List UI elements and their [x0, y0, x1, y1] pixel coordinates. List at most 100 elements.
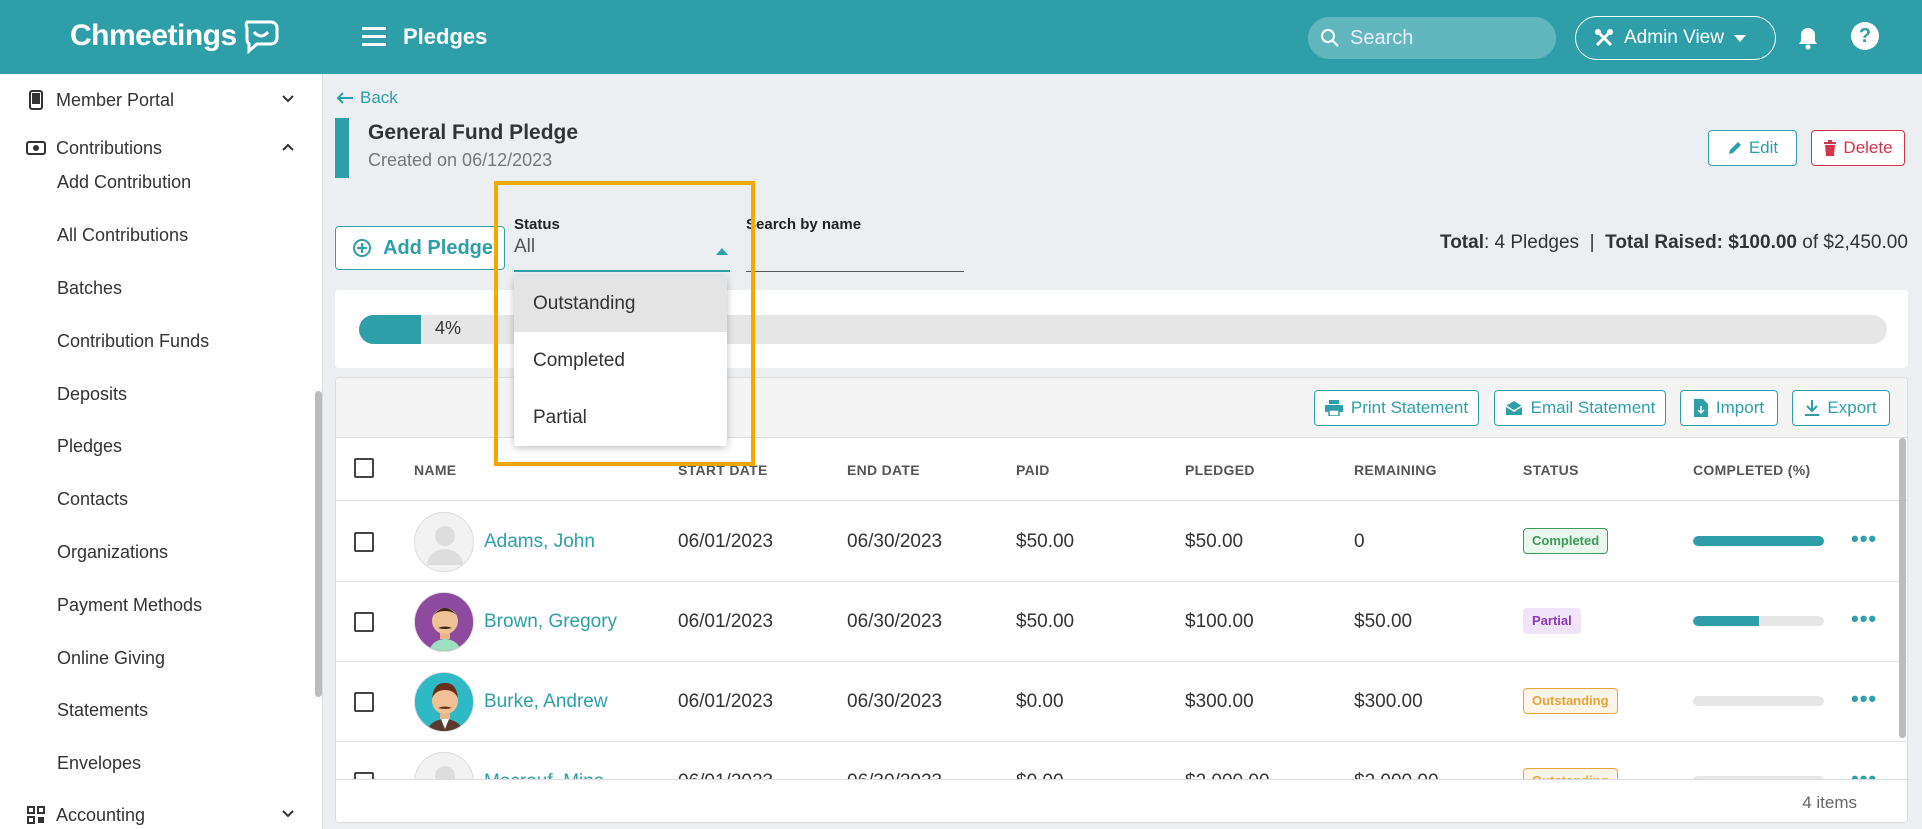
table-row[interactable]: Adams, John 06/01/2023 06/30/2023 $50.00…: [336, 502, 1907, 582]
paid-cell: $50.00: [1016, 531, 1075, 552]
column-header-remaining[interactable]: REMAINING: [1354, 462, 1437, 478]
row-checkbox[interactable]: [354, 532, 374, 552]
sidebar-item-pledges[interactable]: Pledges: [57, 436, 122, 457]
member-name-link[interactable]: Adams, John: [484, 531, 595, 553]
sidebar-item-member-portal[interactable]: Member Portal: [26, 85, 296, 115]
sidebar-item-payment-methods[interactable]: Payment Methods: [57, 595, 202, 616]
table-footer: 4 items: [336, 779, 1907, 822]
more-options-icon[interactable]: •••: [1851, 526, 1877, 552]
edit-button[interactable]: Edit: [1708, 130, 1797, 166]
sidebar-item-contacts[interactable]: Contacts: [57, 489, 128, 510]
chevron-down-icon: [282, 810, 294, 818]
status-option-outstanding[interactable]: Outstanding: [514, 276, 727, 332]
status-filter-value: All: [514, 236, 536, 257]
status-option-partial[interactable]: Partial: [514, 390, 727, 446]
select-all-checkbox[interactable]: [354, 458, 374, 478]
title-accent-bar: [335, 118, 349, 178]
status-option-completed[interactable]: Completed: [514, 333, 727, 389]
tools-icon: [1595, 29, 1613, 47]
start-date-cell: 06/01/2023: [678, 691, 774, 712]
sidebar-item-batches[interactable]: Batches: [57, 278, 122, 299]
sidebar-scrollbar[interactable]: [315, 391, 322, 697]
search-by-name-label: Search by name: [746, 216, 862, 233]
status-filter-select[interactable]: All: [514, 236, 730, 272]
search-by-name-input[interactable]: [746, 236, 964, 272]
cash-icon: [26, 138, 46, 158]
logo-bubble-icon: [244, 20, 279, 54]
bell-icon[interactable]: [1797, 26, 1819, 50]
pledged-cell: $50.00: [1185, 531, 1244, 552]
table-scrollbar[interactable]: [1899, 438, 1906, 738]
export-button[interactable]: Export: [1792, 390, 1890, 426]
member-name-link[interactable]: Brown, Gregory: [484, 611, 617, 633]
totals-separator: |: [1589, 232, 1595, 253]
sidebar-item-add-contribution[interactable]: Add Contribution: [57, 172, 191, 193]
sidebar-item-contribution-funds[interactable]: Contribution Funds: [57, 331, 209, 352]
status-dropdown-menu: Outstanding Completed Partial: [514, 276, 727, 446]
top-bar: Chmeetings Pledges Search Admin View ?: [0, 0, 1922, 74]
back-link[interactable]: Back: [336, 88, 398, 108]
column-header-status[interactable]: STATUS: [1523, 462, 1579, 478]
search-placeholder: Search: [1350, 26, 1414, 49]
more-options-icon[interactable]: •••: [1851, 606, 1877, 632]
chevron-up-icon: [282, 143, 294, 151]
help-icon[interactable]: ?: [1851, 22, 1879, 50]
add-pledge-button[interactable]: Add Pledge: [335, 226, 505, 270]
row-checkbox[interactable]: [354, 612, 374, 632]
global-search-input[interactable]: Search: [1308, 17, 1556, 59]
page-title: Pledges: [403, 24, 488, 49]
sidebar-item-contributions[interactable]: Contributions: [26, 133, 296, 163]
items-count: 4 items: [1802, 793, 1857, 812]
column-header-paid[interactable]: PAID: [1016, 462, 1050, 478]
mobile-icon: [26, 90, 46, 110]
column-header-end-date[interactable]: END DATE: [847, 462, 920, 478]
admin-view-label: Admin View: [1624, 27, 1724, 48]
member-name-link[interactable]: Burke, Andrew: [484, 691, 608, 713]
import-label: Import: [1715, 398, 1765, 417]
overall-progress-fill: [359, 315, 421, 344]
envelope-icon: [1505, 401, 1523, 415]
chevron-down-icon: [1733, 34, 1746, 42]
table-row[interactable]: Burke, Andrew 06/01/2023 06/30/2023 $0.0…: [336, 662, 1907, 742]
start-date-cell: 06/01/2023: [678, 611, 774, 632]
sidebar-item-accounting[interactable]: Accounting: [26, 800, 296, 829]
logo[interactable]: Chmeetings: [70, 18, 281, 54]
column-header-name[interactable]: NAME: [414, 462, 456, 478]
hamburger-menu-icon[interactable]: [362, 27, 386, 47]
sidebar-item-statements[interactable]: Statements: [57, 700, 148, 721]
column-header-completed[interactable]: COMPLETED (%): [1693, 462, 1810, 478]
back-label: Back: [360, 88, 398, 107]
total-value: : 4 Pledges: [1483, 232, 1580, 253]
file-import-icon: [1693, 399, 1708, 417]
delete-button[interactable]: Delete: [1811, 130, 1905, 166]
search-icon: [1321, 29, 1339, 47]
column-header-pledged[interactable]: PLEDGED: [1185, 462, 1255, 478]
column-header-start-date[interactable]: START DATE: [678, 462, 768, 478]
email-statement-button[interactable]: Email Statement: [1494, 390, 1666, 426]
status-badge: Completed: [1523, 528, 1609, 554]
admin-view-dropdown[interactable]: Admin View: [1575, 16, 1776, 60]
table-row[interactable]: Brown, Gregory 06/01/2023 06/30/2023 $50…: [336, 582, 1907, 662]
sidebar-item-all-contributions[interactable]: All Contributions: [57, 225, 188, 246]
sidebar-item-envelopes[interactable]: Envelopes: [57, 753, 141, 774]
export-label: Export: [1827, 398, 1877, 417]
start-date-cell: 06/01/2023: [678, 531, 774, 552]
status-badge: Outstanding: [1523, 688, 1618, 714]
avatar-placeholder: [414, 512, 474, 572]
completed-progress-bar: [1693, 616, 1824, 626]
more-options-icon[interactable]: •••: [1851, 686, 1877, 712]
download-icon: [1805, 400, 1820, 416]
print-statement-button[interactable]: Print Statement: [1314, 390, 1479, 426]
sidebar: Member Portal Contributions Add Contribu…: [0, 74, 323, 829]
add-pledge-label: Add Pledge: [383, 236, 494, 259]
sidebar-item-online-giving[interactable]: Online Giving: [57, 648, 165, 669]
sidebar-item-deposits[interactable]: Deposits: [57, 384, 127, 405]
row-checkbox[interactable]: [354, 692, 374, 712]
arrow-left-icon: [336, 92, 353, 104]
import-button[interactable]: Import: [1680, 390, 1778, 426]
sidebar-item-label: Member Portal: [56, 89, 175, 110]
print-statement-label: Print Statement: [1350, 398, 1469, 417]
completed-progress-bar: [1693, 536, 1824, 546]
remaining-cell: $300.00: [1354, 691, 1423, 712]
sidebar-item-organizations[interactable]: Organizations: [57, 542, 168, 563]
